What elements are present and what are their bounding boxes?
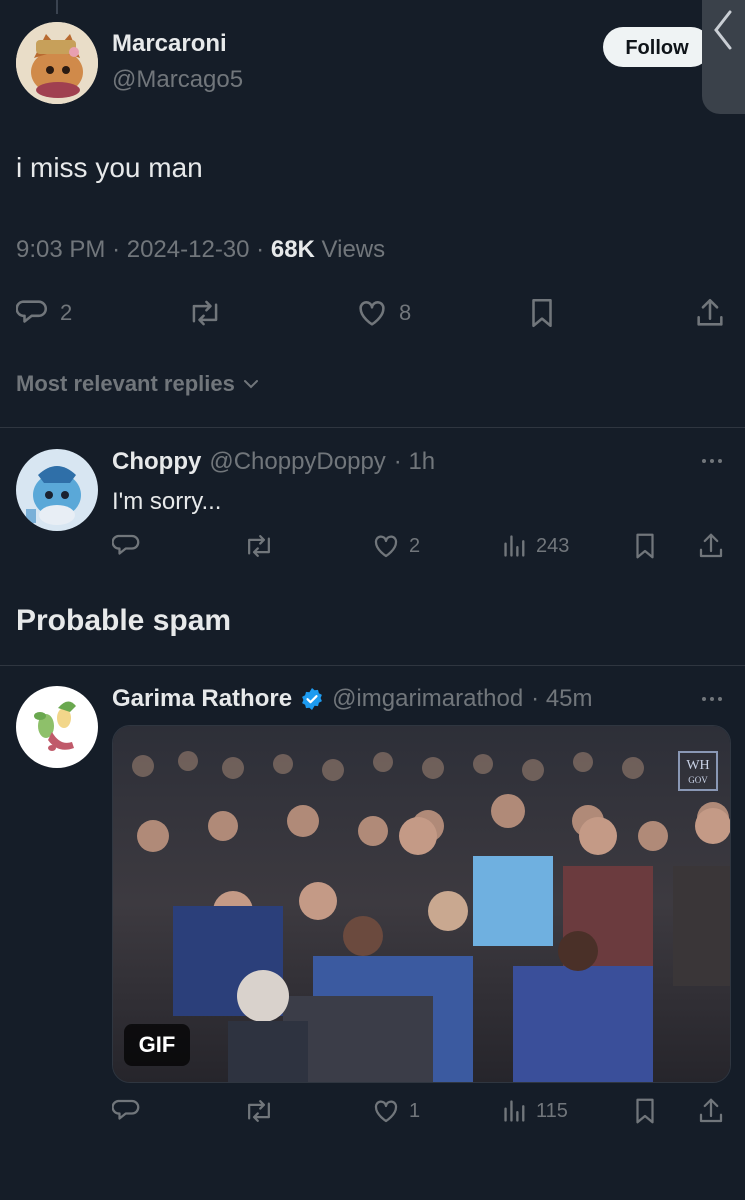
bar-chart-icon [502, 531, 528, 561]
retweet-icon [243, 531, 275, 561]
reply-header: Garima Rathore @imgarimarathod · 45m [112, 685, 593, 713]
bookmark-action[interactable] [631, 1096, 659, 1126]
views-count: 243 [536, 534, 570, 557]
section-heading: Probable spam [16, 604, 232, 637]
reply-count: 2 [60, 300, 73, 325]
views-action[interactable]: 115 [502, 1096, 568, 1126]
verified-badge-icon [300, 687, 324, 711]
meta-separator: · [112, 236, 121, 263]
sort-label: Most relevant replies [16, 371, 235, 396]
reply-author-name[interactable]: Garima Rathore [112, 685, 292, 713]
display-name[interactable]: Marcaroni [112, 30, 227, 58]
gif-media[interactable] [112, 725, 731, 1083]
retweet-action[interactable] [243, 1096, 275, 1126]
share-action[interactable] [696, 531, 726, 561]
reply-action[interactable]: 2 [16, 296, 72, 330]
views-count: 68K [270, 236, 315, 263]
bookmark-icon [631, 1096, 659, 1126]
like-action[interactable]: 8 [355, 296, 411, 330]
retweet-action[interactable] [187, 296, 223, 330]
reply-time[interactable]: · 45m [531, 685, 592, 713]
watermark-logo: WH GOV [678, 751, 718, 791]
reply-action[interactable] [112, 1096, 142, 1126]
tweet-text: i miss you man [16, 152, 203, 183]
gif-badge: GIF [124, 1024, 190, 1066]
logo-subtext: GOV [688, 775, 708, 785]
speech-bubble-icon [112, 1096, 142, 1126]
sort-replies-dropdown[interactable]: Most relevant replies [16, 371, 261, 397]
share-action[interactable] [696, 1096, 726, 1126]
more-dots-icon [699, 448, 725, 474]
avatar[interactable] [16, 686, 98, 768]
thread-connector-line [56, 0, 58, 14]
bookmark-icon [631, 531, 659, 561]
bookmark-icon [526, 296, 558, 330]
reply-author-handle[interactable]: @imgarimarathod [332, 685, 523, 713]
chevron-down-icon [241, 374, 261, 394]
views-count: 115 [536, 1099, 568, 1122]
reply-author-handle[interactable]: @ChoppyDoppy [209, 448, 385, 476]
chevron-left-icon [710, 8, 736, 52]
retweet-action[interactable] [243, 531, 275, 561]
share-icon [696, 531, 726, 561]
speech-bubble-icon [112, 531, 142, 561]
logo-text: WH [686, 758, 710, 773]
like-action[interactable]: 1 [371, 1096, 420, 1126]
heart-icon [355, 296, 389, 330]
more-options[interactable] [699, 448, 725, 474]
tweet-time[interactable]: 9:03 PM [16, 236, 105, 263]
like-count: 8 [399, 300, 412, 325]
follow-button[interactable]: Follow [603, 27, 711, 67]
share-action[interactable] [693, 296, 727, 330]
reply-text: I'm sorry... [112, 488, 222, 515]
reply-action[interactable] [112, 531, 142, 561]
heart-icon [371, 1096, 401, 1126]
reply-author-name[interactable]: Choppy [112, 448, 201, 476]
tweet-date[interactable]: 2024-12-30 [127, 236, 250, 263]
meta-separator: · [256, 236, 265, 263]
bookmark-action[interactable] [526, 296, 558, 330]
tweet-meta: 9:03 PM · 2024-12-30 · 68K Views [16, 236, 385, 264]
views-label: Views [321, 236, 386, 263]
avatar[interactable] [16, 449, 98, 531]
handle[interactable]: @Marcago5 [112, 66, 243, 94]
reply-time[interactable]: · 1h [394, 448, 435, 476]
retweet-icon [243, 1096, 275, 1126]
share-icon [693, 296, 727, 330]
like-count: 2 [409, 534, 421, 557]
avatar[interactable] [16, 22, 98, 104]
retweet-icon [187, 296, 223, 330]
more-dots-icon [699, 686, 725, 712]
bookmark-action[interactable] [631, 531, 659, 561]
views-action[interactable]: 243 [502, 531, 569, 561]
divider [0, 427, 745, 428]
divider [0, 665, 745, 666]
more-options[interactable] [699, 686, 725, 712]
reply-header: Choppy @ChoppyDoppy · 1h [112, 448, 435, 476]
bar-chart-icon [502, 1096, 528, 1126]
speech-bubble-icon [16, 296, 50, 330]
share-icon [696, 1096, 726, 1126]
like-action[interactable]: 2 [371, 531, 420, 561]
like-count: 1 [409, 1099, 421, 1122]
heart-icon [371, 531, 401, 561]
side-panel-tab[interactable] [702, 0, 745, 114]
